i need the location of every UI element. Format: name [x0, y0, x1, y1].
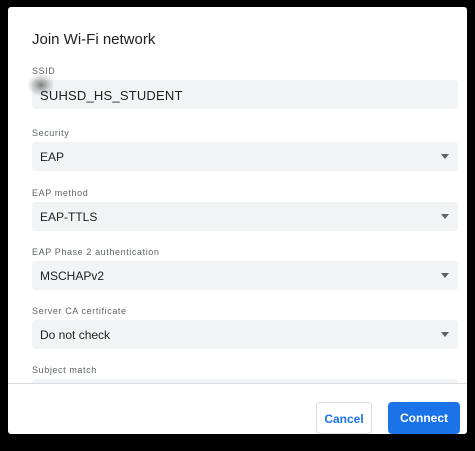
server-ca-value: Do not check — [40, 328, 111, 342]
ssid-value: SUHSD_HS_STUDENT — [40, 88, 183, 103]
footer-divider — [8, 383, 467, 384]
chevron-down-icon — [441, 154, 449, 159]
server-ca-select[interactable]: Do not check — [32, 320, 458, 349]
phase2-label: EAP Phase 2 authentication — [32, 247, 160, 257]
phase2-value: MSCHAPv2 — [40, 269, 105, 283]
security-value: EAP — [40, 150, 65, 164]
ssid-input[interactable]: SUHSD_HS_STUDENT — [28, 74, 458, 109]
connect-button[interactable]: Connect — [388, 402, 460, 434]
join-wifi-dialog: Join Wi-Fi network SSID SUHSD_HS_STUDENT… — [8, 7, 467, 434]
eap-method-value: EAP-TTLS — [40, 210, 98, 224]
security-label: Security — [32, 128, 70, 138]
dialog-title: Join Wi-Fi network — [32, 31, 156, 48]
server-ca-label: Server CA certificate — [32, 306, 127, 316]
dialog-form-scroll-area[interactable]: SSID SUHSD_HS_STUDENT Security EAP EAP m… — [8, 59, 467, 383]
chevron-down-icon — [441, 273, 449, 278]
subject-match-label: Subject match — [32, 365, 97, 375]
chevron-down-icon — [441, 332, 449, 337]
chevron-down-icon — [441, 214, 449, 219]
eap-method-select[interactable]: EAP-TTLS — [32, 202, 458, 231]
phase2-select[interactable]: MSCHAPv2 — [32, 261, 458, 290]
security-select[interactable]: EAP — [32, 142, 458, 171]
cancel-button[interactable]: Cancel — [316, 402, 372, 434]
eap-method-label: EAP method — [32, 188, 89, 198]
